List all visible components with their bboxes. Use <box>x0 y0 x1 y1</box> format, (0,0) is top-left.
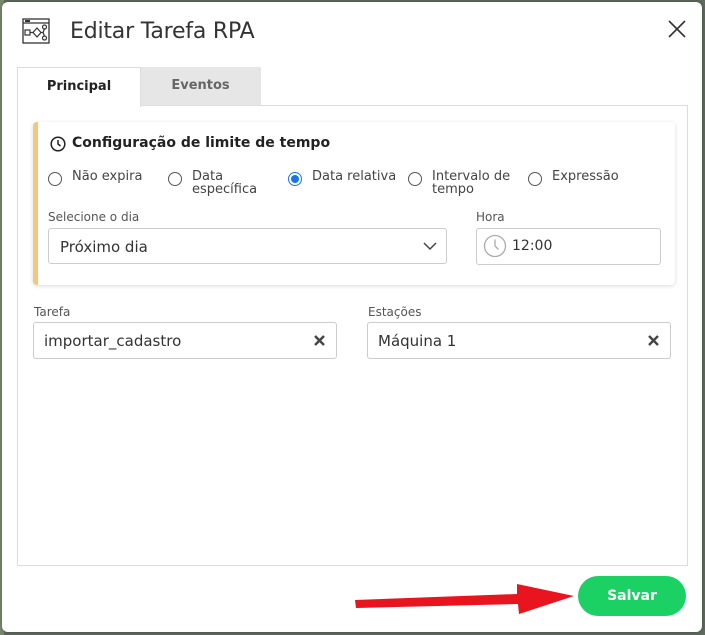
clear-icon[interactable] <box>313 334 326 347</box>
dialog-title: Editar Tarefa RPA <box>70 19 255 44</box>
chevron-down-icon <box>423 242 437 251</box>
task-label: Tarefa <box>34 305 71 319</box>
stations-input[interactable]: Máquina 1 <box>367 322 671 359</box>
day-select-value: Próximo dia <box>60 238 148 256</box>
stations-label: Estações <box>368 305 422 319</box>
time-limit-card: Configuração de limite de tempo Não expi… <box>33 122 675 285</box>
radio-circle[interactable] <box>168 172 182 186</box>
radio-circle[interactable] <box>48 172 62 186</box>
clock-icon <box>483 234 507 258</box>
workflow-diagram-icon <box>22 18 50 44</box>
expiration-options: Não expira Data específica Data relativa… <box>48 170 668 210</box>
hour-input[interactable]: 12:00 <box>476 228 661 265</box>
clock-icon <box>50 136 66 152</box>
radio-label: Data específica <box>192 169 258 197</box>
tab-eventos[interactable]: Eventos <box>140 67 261 105</box>
radio-label: Intervalo de tempo <box>432 169 511 197</box>
red-arrow-annotation <box>355 584 574 614</box>
day-label: Selecione o dia <box>48 210 140 224</box>
stations-value: Máquina 1 <box>378 332 457 350</box>
radio-circle[interactable] <box>408 172 422 186</box>
tab-panel-principal: Configuração de limite de tempo Não expi… <box>17 105 688 566</box>
task-input[interactable]: importar_cadastro <box>33 322 337 359</box>
radio-circle[interactable] <box>528 172 542 186</box>
tab-principal[interactable]: Principal <box>17 67 141 107</box>
radio-label: Expressão <box>552 169 619 184</box>
task-value: importar_cadastro <box>44 332 182 350</box>
radio-label: Não expira <box>72 169 143 184</box>
radio-circle[interactable] <box>288 172 302 186</box>
day-select[interactable]: Próximo dia <box>48 228 447 264</box>
clear-icon[interactable] <box>647 334 660 347</box>
hour-label: Hora <box>476 210 505 224</box>
edit-task-dialog: Editar Tarefa RPA Principal Eventos Conf… <box>2 2 702 632</box>
save-button[interactable]: Salvar <box>578 576 686 616</box>
hour-value: 12:00 <box>512 238 553 254</box>
time-limit-title: Configuração de limite de tempo <box>72 135 331 151</box>
dialog-header: Editar Tarefa RPA <box>2 2 702 64</box>
close-icon[interactable] <box>666 18 688 40</box>
radio-label: Data relativa <box>312 169 397 184</box>
